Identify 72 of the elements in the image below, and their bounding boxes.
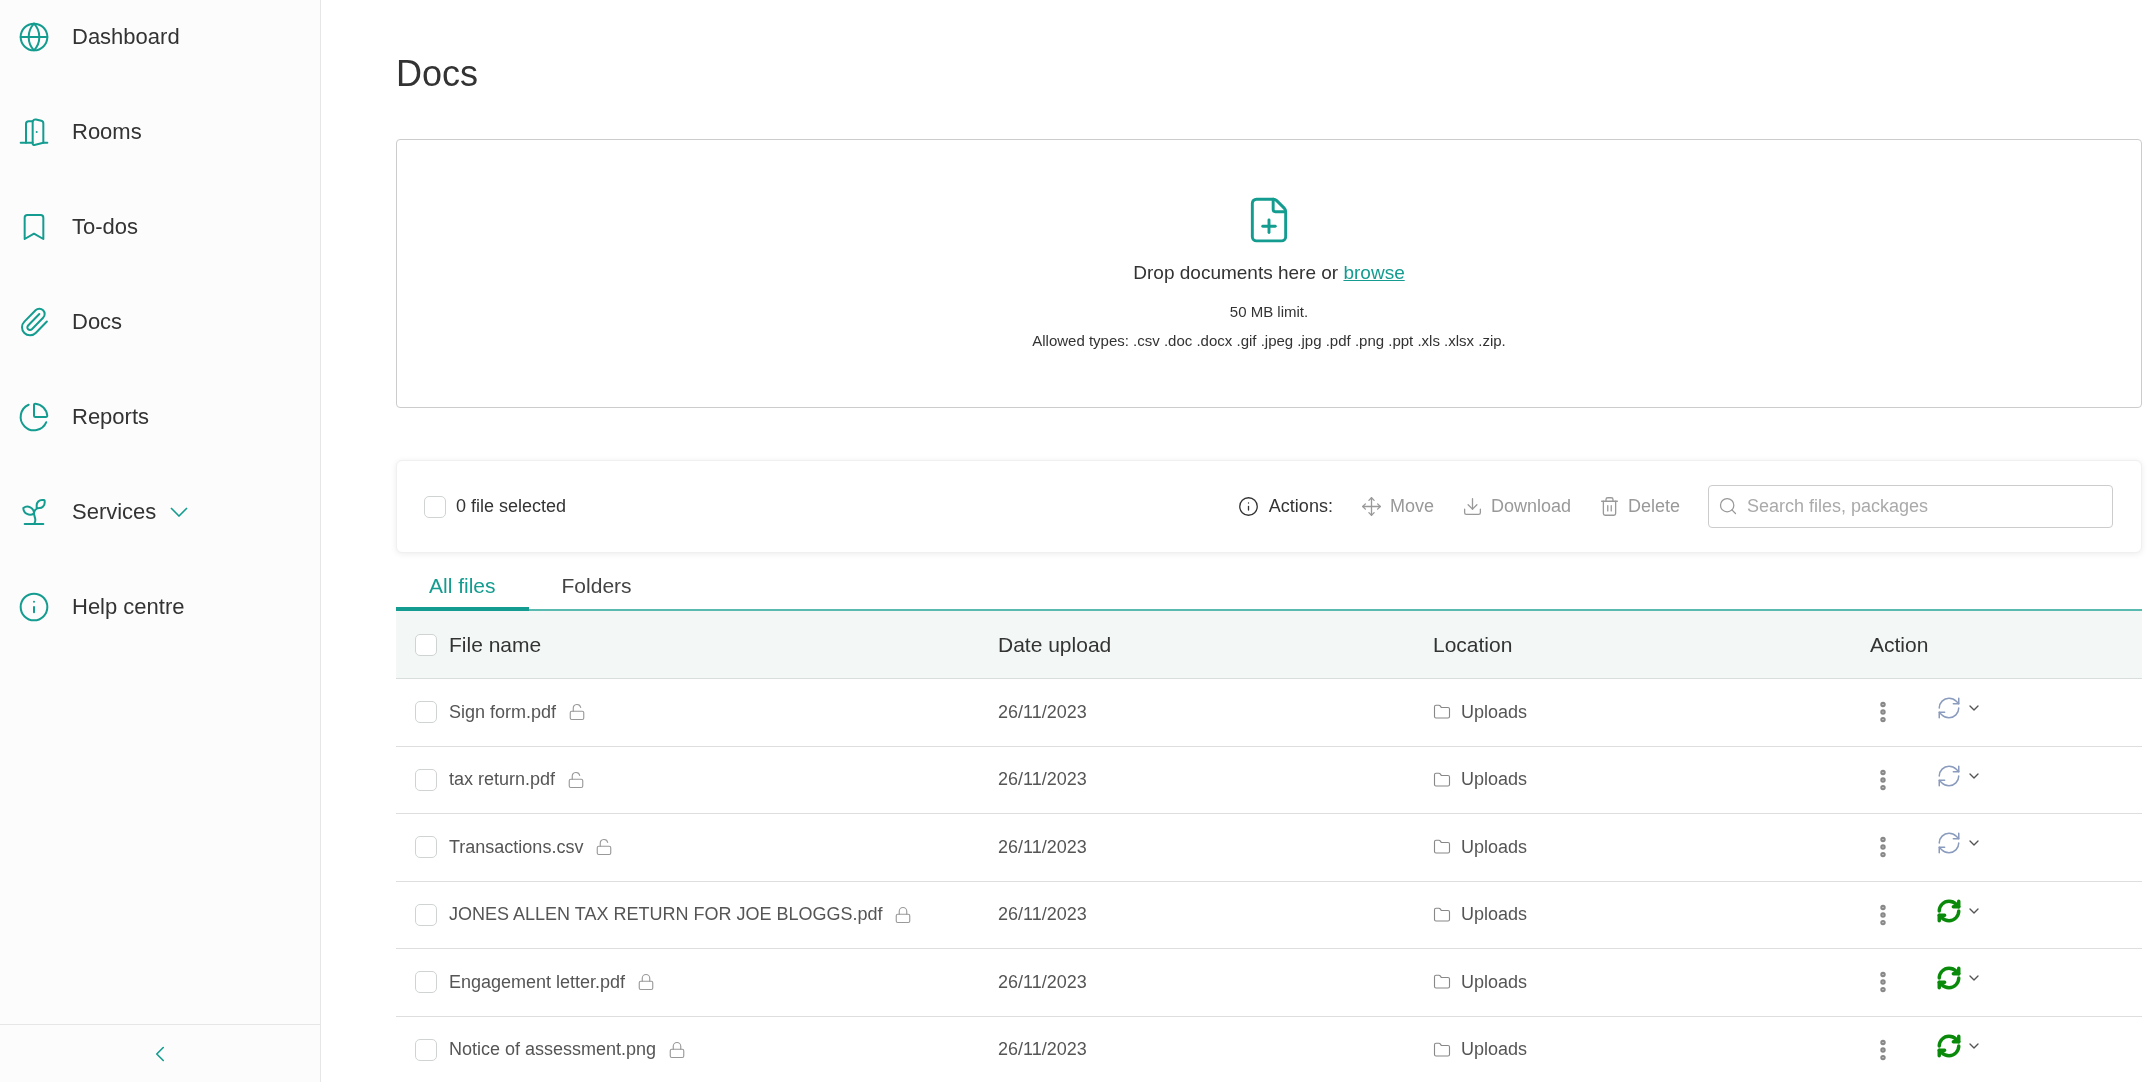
header-checkbox[interactable]: [415, 633, 437, 656]
dropzone-text: Drop documents here or browse: [1133, 260, 1405, 285]
column-header: Location: [1433, 632, 1513, 656]
folder-icon: [1433, 905, 1451, 924]
file-name: Notice of assessment.png: [449, 1038, 657, 1062]
sidebar-item[interactable]: Docs: [0, 299, 320, 344]
row-checkbox[interactable]: [415, 1038, 437, 1061]
pie-chart-icon: [18, 400, 50, 433]
row-checkbox[interactable]: [415, 971, 437, 994]
door-icon: [18, 115, 50, 148]
location-cell-text: Uploads: [1461, 835, 1528, 859]
table-row[interactable]: Transactions.csv 26/11/2023 Uploads: [396, 814, 2142, 882]
folder-icon: [1433, 703, 1451, 722]
move-icon: [1360, 496, 1382, 517]
date-cell-text: 26/11/2023: [998, 700, 1087, 724]
location-cell-text: Uploads: [1461, 768, 1528, 792]
globe-icon: [18, 20, 50, 53]
sidebar-item[interactable]: Dashboard: [0, 14, 320, 59]
row-checkbox[interactable]: [415, 836, 437, 859]
file-name: Sign form.pdf: [449, 700, 557, 724]
paperclip-icon: [18, 305, 50, 338]
selected-count: 0 file selected: [456, 495, 567, 518]
search-field[interactable]: Search files, packages: [1708, 485, 2113, 528]
sidebar-item[interactable]: Help centre: [0, 584, 320, 629]
row-checkbox[interactable]: [415, 701, 437, 724]
actions-label: Actions:: [1268, 495, 1333, 518]
table-row[interactable]: Notice of assessment.png 26/11/2023 Uploads: [396, 1016, 2142, 1082]
table-row[interactable]: Sign form.pdf 26/11/2023 Uploads: [396, 679, 2142, 747]
date-cell-text: 26/11/2023: [998, 768, 1087, 792]
file-name: JONES ALLEN TAX RETURN FOR JOE BLOGGS.pdf: [449, 903, 883, 927]
folder-icon: [1433, 973, 1451, 992]
location-cell-text: Uploads: [1461, 970, 1528, 994]
location-cell-text: Uploads: [1461, 903, 1528, 927]
search-icon: [1718, 496, 1738, 516]
column-header: Date upload: [998, 632, 1112, 656]
table-row[interactable]: JONES ALLEN TAX RETURN FOR JOE BLOGGS.pdf 26/11/2023 Uploads: [396, 881, 2142, 949]
table-row[interactable]: tax return.pdf 26/11/2023 Uploads: [396, 746, 2142, 814]
column-header: File name: [449, 631, 542, 658]
chevron-down-icon[interactable]: [170, 506, 189, 517]
file-name: Engagement letter.pdf: [449, 970, 626, 994]
sync-icon[interactable]: [1936, 965, 1962, 992]
folder-icon: [1433, 838, 1451, 857]
info-icon: [1237, 496, 1259, 517]
sidebar-item[interactable]: Services: [0, 489, 320, 534]
folder-icon: [1433, 1040, 1451, 1059]
date-cell-text: 26/11/2023: [998, 903, 1087, 927]
date-cell-text: 26/11/2023: [998, 835, 1087, 859]
table-row[interactable]: Engagement letter.pdf 26/11/2023 Uploads: [396, 949, 2142, 1017]
folder-icon: [1433, 770, 1451, 789]
info-icon: [18, 590, 50, 623]
allowed-types-text: Allowed types: .csv .doc .docx .gif .jpeg .jpg .pdf .png .ppt .xls .xlsx .zip.: [1032, 330, 1506, 351]
trash-icon: [1598, 496, 1620, 517]
dropzone[interactable]: Drop documents here or browse 50 MB limit. Allowed types: .csv .doc .docx .gif .jpeg .jpg .pdf .png .ppt .xls .xlsx .zip.: [396, 139, 2142, 408]
column-header: Action: [1870, 632, 1929, 656]
sidebar-item[interactable]: Rooms: [0, 109, 320, 154]
sidebar-item[interactable]: To-dos: [0, 204, 320, 249]
date-cell-text: 26/11/2023: [998, 970, 1087, 994]
row-checkbox[interactable]: [415, 903, 437, 926]
sync-icon[interactable]: [1936, 897, 1962, 924]
date-cell-text: 26/11/2023: [998, 1038, 1087, 1062]
file-name: tax return.pdf: [449, 768, 556, 792]
sync-icon[interactable]: [1936, 1032, 1962, 1059]
select-all-checkbox[interactable]: [424, 495, 446, 518]
location-cell-text: Uploads: [1461, 700, 1528, 724]
location-cell-text: Uploads: [1461, 1038, 1528, 1062]
tab[interactable]: Folders: [528, 565, 665, 611]
sidebar-item[interactable]: Reports: [0, 394, 320, 439]
page-title: Docs: [396, 52, 479, 96]
file-name: Transactions.csv: [449, 835, 584, 859]
row-checkbox[interactable]: [415, 768, 437, 791]
download-icon: [1461, 496, 1483, 517]
size-limit-text: 50 MB limit.: [1229, 302, 1309, 323]
